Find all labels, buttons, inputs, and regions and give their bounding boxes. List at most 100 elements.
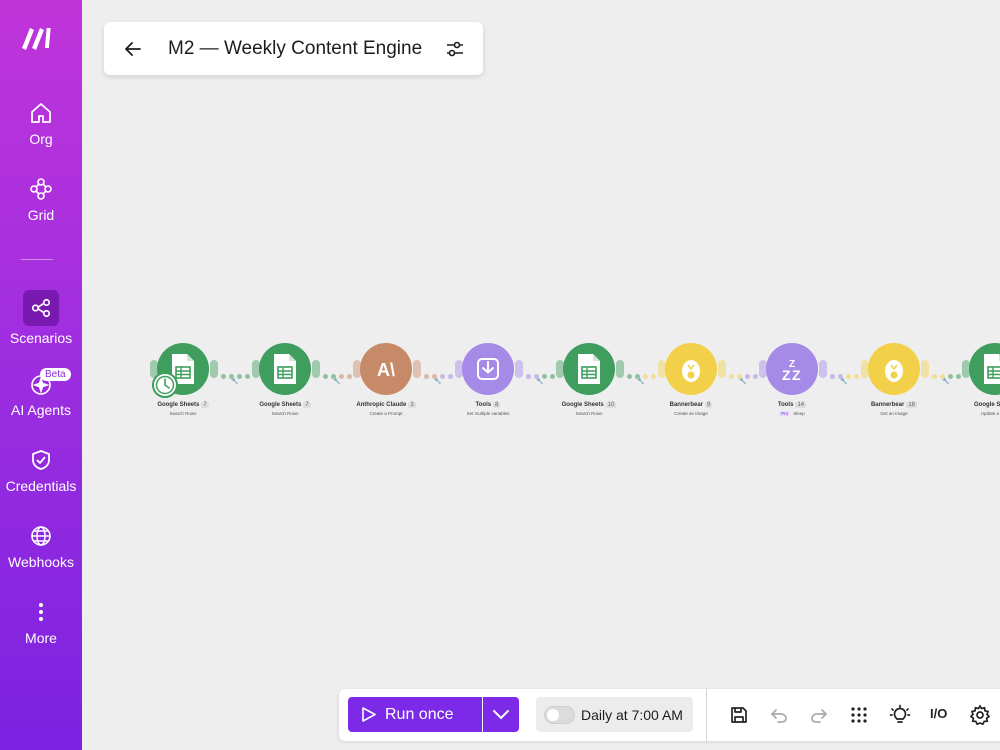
sidebar-item-more[interactable]: More (0, 600, 82, 646)
schedule-control[interactable]: Daily at 7:00 AM (536, 697, 693, 732)
module-name-label: Bannerbear 18 (854, 402, 934, 408)
module-connector[interactable] (323, 366, 355, 379)
module-output-port (515, 360, 523, 378)
module-connector[interactable] (729, 366, 761, 379)
flow-module[interactable] (563, 343, 615, 395)
module-action-label: Get an Image (854, 411, 934, 416)
module-connector[interactable] (221, 366, 253, 379)
play-icon (362, 707, 376, 722)
module-output-port (718, 360, 726, 378)
arrow-left-icon[interactable] (122, 38, 144, 60)
sheets-icon (984, 354, 1000, 384)
module-action: Create a Prompt (369, 411, 403, 416)
flow-module[interactable] (259, 343, 311, 395)
flow-module[interactable] (665, 343, 717, 395)
sleep-icon: Z ZZ (782, 359, 801, 383)
scenario-title[interactable]: M2 — Weekly Content Engine (168, 38, 422, 60)
io-toggle[interactable]: I/O (930, 706, 947, 721)
module-action: Create an Image (674, 411, 708, 416)
undo-icon[interactable] (768, 704, 790, 726)
wrench-icon[interactable]: 🔧 (231, 378, 238, 385)
toggle-knob (547, 709, 559, 721)
module-connector[interactable] (424, 366, 456, 379)
schedule-toggle[interactable] (544, 706, 575, 724)
tools-download-icon (477, 358, 499, 380)
module-action-label: Search Rows (549, 411, 629, 416)
wrench-icon[interactable]: 🔧 (536, 378, 543, 385)
schedule-clock-icon[interactable] (152, 372, 178, 398)
globe-icon (31, 526, 51, 546)
run-once-button[interactable]: Run once (348, 697, 482, 732)
connector-dot (245, 374, 250, 379)
module-action-label: Update a Row (955, 411, 1000, 416)
connector-dot (956, 374, 961, 379)
save-icon[interactable] (728, 704, 750, 726)
connector-dot (526, 374, 531, 379)
grid-dots-icon[interactable] (848, 704, 870, 726)
sidebar-item-org[interactable]: Org (0, 101, 82, 147)
module-connector[interactable] (627, 366, 659, 379)
module-connector[interactable] (526, 366, 558, 379)
sidebar-item-label: Scenarios (9, 330, 73, 346)
bannerbear-icon (885, 360, 903, 382)
sliders-icon[interactable] (444, 38, 466, 60)
sidebar-item-label: Grid (27, 207, 55, 223)
connector-dot (424, 374, 429, 379)
wrench-icon[interactable]: 🔧 (333, 378, 340, 385)
module-action-label: Create a Prompt (346, 411, 426, 416)
wrench-icon[interactable]: 🔧 (434, 378, 441, 385)
wrench-icon[interactable]: 🔧 (637, 378, 644, 385)
sidebar-item-grid[interactable]: Grid (0, 177, 82, 223)
module-action-label: Create an Image (651, 411, 731, 416)
sidebar-item-label: More (25, 630, 57, 646)
module-number-badge: 10 (605, 402, 617, 408)
run-once-label: Run once (385, 706, 454, 723)
module-action-label: Search Rows (143, 411, 223, 416)
flow-module[interactable] (969, 343, 1000, 395)
svg-text:A\: A\ (377, 360, 395, 380)
flow-module[interactable]: A\ (360, 343, 412, 395)
make-logo[interactable] (20, 24, 56, 50)
module-number-badge: 3 (408, 402, 416, 408)
redo-icon[interactable] (808, 704, 830, 726)
gear-icon[interactable] (969, 704, 991, 726)
wrench-icon[interactable]: 🔧 (840, 378, 847, 385)
wrench-icon[interactable]: 🔧 (942, 378, 949, 385)
module-output-port (312, 360, 320, 378)
schedule-label: Daily at 7:00 AM (581, 707, 683, 723)
module-connector[interactable] (932, 366, 964, 379)
lightbulb-icon[interactable] (889, 704, 911, 726)
module-name: Google Sheets (973, 402, 1000, 408)
module-action-label: Pro Sleep (752, 411, 832, 416)
sidebar-item-ai-agents[interactable]: Beta AI Agents (0, 368, 82, 418)
module-action: Sleep (793, 411, 805, 416)
module-action: Update a Row (980, 411, 1000, 416)
action-badge: Pro (779, 411, 791, 416)
module-name: Bannerbear (669, 402, 703, 408)
module-action: Set multiple variables (466, 411, 510, 416)
run-options-dropdown[interactable] (483, 697, 519, 732)
flow-module[interactable] (868, 343, 920, 395)
bannerbear-icon (682, 360, 700, 382)
share-nodes-icon (31, 298, 51, 318)
module-output-port (210, 360, 218, 378)
sidebar-item-scenarios[interactable]: Scenarios (0, 290, 82, 346)
connector-dot (753, 374, 758, 379)
sidebar-item-credentials[interactable]: Credentials (0, 448, 82, 494)
flow-module[interactable]: ZZZ (766, 343, 818, 395)
more-vertical-icon (39, 603, 43, 621)
module-name-label: Google Sheets 7 (143, 402, 223, 408)
flow-module[interactable] (462, 343, 514, 395)
connector-dot (651, 374, 656, 379)
module-output-port (616, 360, 624, 378)
connector-dot (550, 374, 555, 379)
connector-dot (347, 374, 352, 379)
module-action: Search Rows (575, 411, 603, 416)
module-name: Anthropic Claude (356, 402, 407, 408)
sidebar-item-webhooks[interactable]: Webhooks (0, 524, 82, 570)
module-connector[interactable] (830, 366, 862, 379)
module-number-badge: 14 (795, 402, 807, 408)
scenario-header: M2 — Weekly Content Engine (104, 22, 483, 75)
wrench-icon[interactable]: 🔧 (739, 378, 746, 385)
module-name: Google Sheets (157, 402, 200, 408)
